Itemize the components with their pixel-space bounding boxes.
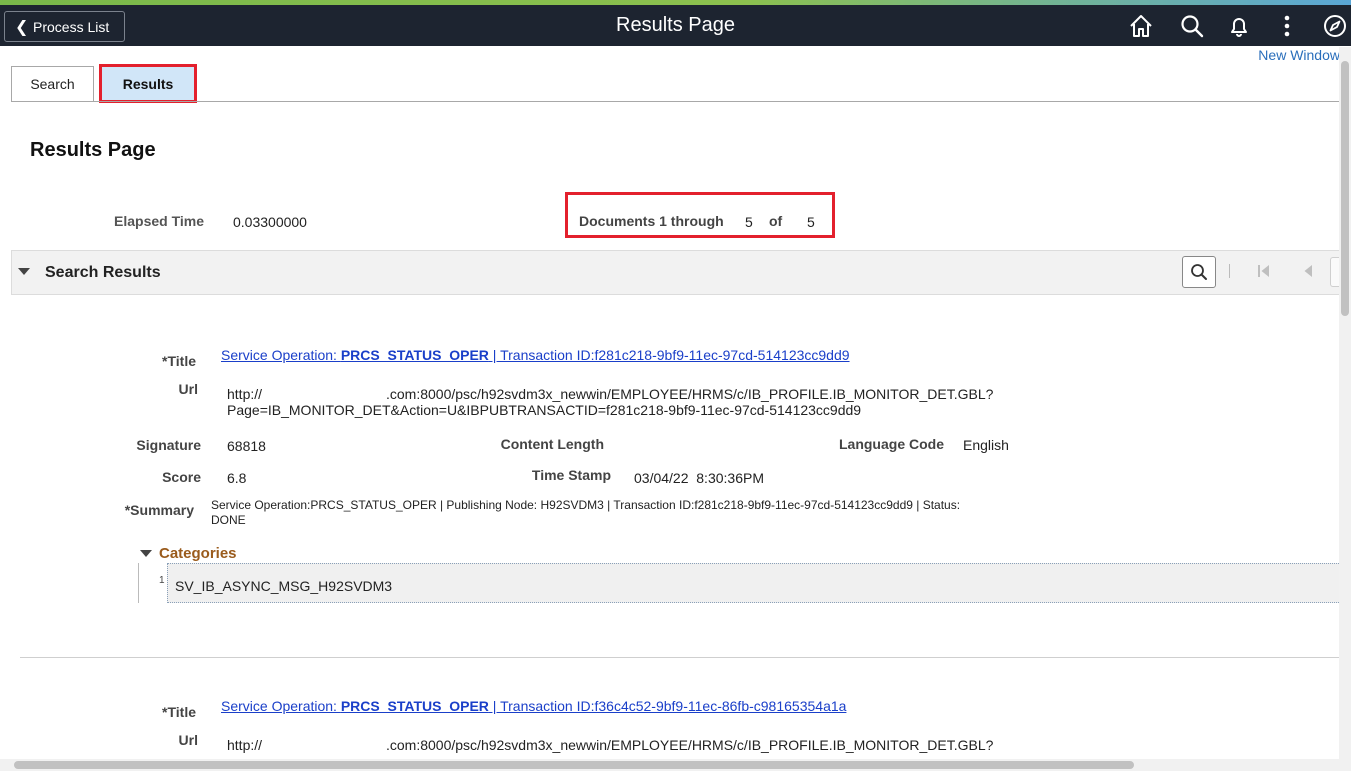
signature-value: 68818 bbox=[227, 438, 266, 454]
home-icon[interactable] bbox=[1128, 13, 1154, 39]
vertical-scrollbar[interactable] bbox=[1339, 47, 1351, 759]
elapsed-time-value: 0.03300000 bbox=[233, 214, 307, 230]
elapsed-time-label: Elapsed Time bbox=[114, 213, 205, 229]
back-to-process-list-button[interactable]: ❮ Process List bbox=[4, 11, 125, 42]
redacted-host bbox=[270, 735, 388, 753]
documents-to-value: 5 bbox=[745, 214, 753, 230]
title-label: *Title bbox=[162, 704, 196, 720]
compass-icon[interactable] bbox=[1322, 13, 1348, 39]
title-label: *Title bbox=[162, 353, 196, 369]
result-title-link[interactable]: Service Operation: PRCS_STATUS_OPER | Tr… bbox=[221, 698, 846, 714]
categories-title: Categories bbox=[159, 545, 237, 562]
new-window-link[interactable]: New Window bbox=[1258, 47, 1340, 63]
collapse-triangle-icon[interactable] bbox=[18, 268, 30, 275]
bell-icon[interactable] bbox=[1226, 13, 1252, 39]
documents-range-label: Documents 1 through bbox=[579, 213, 724, 229]
title-operation-name: PRCS_STATUS_OPER bbox=[340, 347, 489, 363]
score-label: Score bbox=[162, 469, 201, 485]
redacted-host bbox=[270, 384, 388, 402]
url-label: Url bbox=[178, 732, 198, 748]
url-prefix: http:// bbox=[227, 737, 263, 753]
title-operation-name: PRCS_STATUS_OPER bbox=[340, 698, 489, 714]
tab-results[interactable]: Results bbox=[99, 64, 197, 103]
kebab-menu-icon[interactable] bbox=[1274, 13, 1300, 39]
record-divider bbox=[20, 657, 1340, 658]
category-value: SV_IB_ASYNC_MSG_H92SVDM3 bbox=[167, 563, 1341, 603]
category-row: 1 SV_IB_ASYNC_MSG_H92SVDM3 bbox=[138, 563, 1341, 603]
language-code-value: English bbox=[963, 437, 1009, 453]
title-transaction-id: | Transaction ID:f281c218-9bf9-11ec-97cd… bbox=[488, 347, 850, 363]
back-button-label: Process List bbox=[33, 18, 110, 35]
search-icon[interactable] bbox=[1179, 13, 1205, 39]
grid-find-button[interactable] bbox=[1182, 256, 1216, 288]
signature-label: Signature bbox=[136, 437, 201, 453]
result-title-link[interactable]: Service Operation: PRCS_STATUS_OPER | Tr… bbox=[221, 347, 850, 363]
documents-of-label: of bbox=[769, 213, 783, 229]
previous-page-icon[interactable] bbox=[1301, 263, 1315, 279]
time-stamp-label: Time Stamp bbox=[531, 467, 611, 483]
url-label: Url bbox=[178, 381, 198, 397]
url-path: .com:8000/psc/h92svdm3x_newwin/EMPLOYEE/… bbox=[386, 737, 994, 753]
language-code-label: Language Code bbox=[838, 436, 944, 452]
summary-line-1: Service Operation:PRCS_STATUS_OPER | Pub… bbox=[211, 498, 961, 512]
collapse-triangle-icon[interactable] bbox=[140, 550, 152, 557]
top-banner: ❮ Process List Results Page bbox=[0, 5, 1351, 46]
url-path: .com:8000/psc/h92svdm3x_newwin/EMPLOYEE/… bbox=[386, 386, 994, 402]
vertical-scroll-thumb[interactable] bbox=[1341, 61, 1349, 316]
grid-toolbar-divider bbox=[1229, 264, 1230, 278]
content-length-label: Content Length bbox=[500, 436, 604, 452]
url-query: Page=IB_MONITOR_DET&Action=U&IBPUBTRANSA… bbox=[227, 402, 862, 418]
url-prefix: http:// bbox=[227, 386, 263, 402]
search-results-title[interactable]: Search Results bbox=[45, 264, 161, 282]
tab-divider bbox=[11, 101, 1340, 102]
title-prefix: Service Operation: bbox=[221, 347, 341, 363]
tab-bar: Search Results bbox=[11, 64, 202, 103]
title-transaction-id: | Transaction ID:f36c4c52-9bf9-11ec-86fb… bbox=[488, 698, 847, 714]
chevron-left-icon: ❮ bbox=[15, 18, 29, 36]
first-page-icon[interactable] bbox=[1257, 263, 1271, 279]
page-title: Results Page bbox=[30, 139, 156, 161]
category-row-number: 1 bbox=[159, 575, 165, 586]
summary-label: *Summary bbox=[124, 502, 194, 518]
tab-search[interactable]: Search bbox=[11, 66, 94, 101]
horizontal-scroll-thumb[interactable] bbox=[14, 761, 1134, 769]
summary-line-2: DONE bbox=[211, 513, 246, 527]
documents-total-value: 5 bbox=[807, 214, 815, 230]
search-results-header: Search Results bbox=[11, 250, 1342, 295]
score-value: 6.8 bbox=[227, 470, 247, 486]
title-prefix: Service Operation: bbox=[221, 698, 341, 714]
horizontal-scrollbar[interactable] bbox=[0, 759, 1351, 771]
time-stamp-value: 03/04/22 8:30:36PM bbox=[634, 470, 764, 486]
magnifier-icon bbox=[1191, 264, 1207, 280]
